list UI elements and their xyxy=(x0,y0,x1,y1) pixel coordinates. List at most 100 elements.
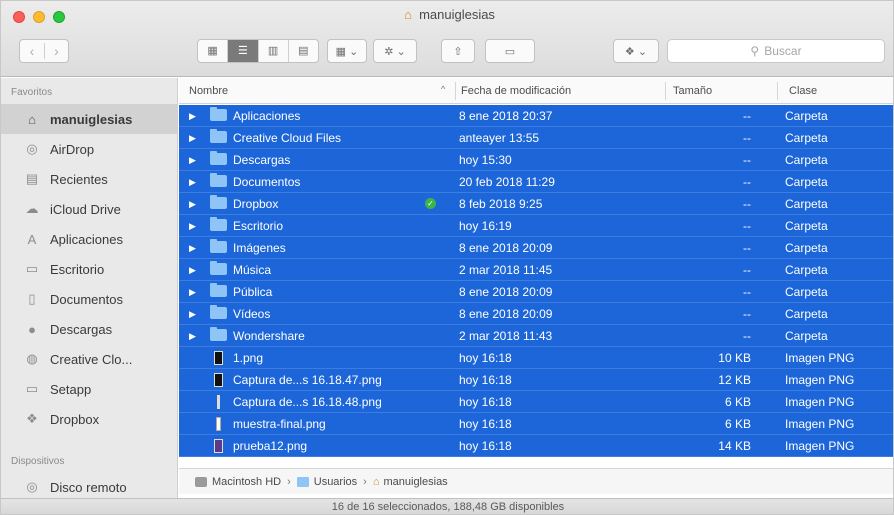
sidebar-item-label: Creative Clo... xyxy=(50,351,133,367)
file-row[interactable]: prueba12.png hoy 16:18 14 KB Imagen PNG xyxy=(179,435,893,457)
file-row[interactable]: Captura de...s 16.18.47.png hoy 16:18 12 K… xyxy=(179,369,893,391)
search-field[interactable]: ⚲ Buscar xyxy=(667,39,885,63)
cloud-icon: ☁ xyxy=(25,201,39,216)
disclosure-triangle-icon[interactable]: ▶ xyxy=(189,309,196,320)
desktop-icon: ▭ xyxy=(25,261,39,276)
creative-cloud-icon: ◍ xyxy=(26,351,38,366)
icon-view-button[interactable]: ▦ xyxy=(198,40,227,62)
applications-icon: A xyxy=(27,231,37,247)
file-name: Pública xyxy=(233,285,273,299)
action-button[interactable]: ✲ ⌄ xyxy=(373,39,417,63)
window-title: ⌂ manuiglesias xyxy=(1,7,893,22)
file-size: 10 KB xyxy=(718,351,751,365)
file-row[interactable]: ▶ Descargas hoy 15:30 -- Carpeta xyxy=(179,149,893,171)
file-size: -- xyxy=(743,241,751,255)
file-size: -- xyxy=(743,307,751,321)
file-name: Descargas xyxy=(233,153,291,167)
column-date-header[interactable]: Fecha de modificación xyxy=(461,85,571,97)
file-size: 14 KB xyxy=(718,439,751,453)
sidebar-item[interactable]: ▯ Documentos xyxy=(1,284,177,314)
sidebar-item[interactable]: ▤ Recientes xyxy=(1,164,177,194)
back-button[interactable]: ‹ xyxy=(20,43,44,59)
path-item-usuarios[interactable]: Usuarios xyxy=(314,476,357,488)
folder-icon xyxy=(210,107,228,122)
column-kind-header[interactable]: Clase xyxy=(789,85,817,97)
gallery-view-button[interactable]: ▤ xyxy=(287,40,318,62)
disclosure-triangle-icon[interactable]: ▶ xyxy=(189,155,196,166)
share-icon: ⇧ xyxy=(453,45,463,58)
disclosure-triangle-icon[interactable]: ▶ xyxy=(189,177,196,188)
disclosure-triangle-icon[interactable]: ▶ xyxy=(189,199,196,210)
sidebar-item[interactable]: ⌂ manuiglesias xyxy=(1,104,177,134)
forward-button[interactable]: › xyxy=(43,43,68,59)
gear-icon: ✲ ⌄ xyxy=(384,45,406,58)
file-kind: Carpeta xyxy=(785,109,828,123)
folder-icon xyxy=(210,129,228,144)
file-size: 12 KB xyxy=(718,373,751,387)
file-name: Vídeos xyxy=(233,307,271,321)
sidebar-item-label: Dropbox xyxy=(50,411,100,427)
list-view-button[interactable]: ☰ xyxy=(227,40,258,62)
arrange-button[interactable]: ▦ ⌄ xyxy=(327,39,367,63)
column-size-header[interactable]: Tamaño xyxy=(673,85,712,97)
tags-button[interactable]: ▭ xyxy=(485,39,535,63)
file-row[interactable]: ▶ Música 2 mar 2018 11:45 -- Carpeta xyxy=(179,259,893,281)
file-kind: Carpeta xyxy=(785,329,828,343)
file-date: hoy 16:18 xyxy=(459,373,512,387)
file-size: -- xyxy=(743,109,751,123)
sidebar-item[interactable]: ◎ AirDrop xyxy=(1,134,177,164)
file-row[interactable]: muestra-final.png hoy 16:18 6 KB Imagen PNG xyxy=(179,413,893,435)
share-button[interactable]: ⇧ xyxy=(441,39,475,63)
folder-icon xyxy=(210,195,228,210)
file-row[interactable]: ▶ Aplicaciones 8 ene 2018 20:37 -- Carpeta xyxy=(179,105,893,127)
file-date: hoy 16:18 xyxy=(459,439,512,453)
image-file-icon xyxy=(210,351,228,365)
file-row[interactable]: ▶ Imágenes 8 ene 2018 20:09 -- Carpeta xyxy=(179,237,893,259)
tag-icon: ▭ xyxy=(504,45,516,58)
disclosure-triangle-icon[interactable]: ▶ xyxy=(189,133,196,144)
sidebar-item-label: Escritorio xyxy=(50,261,105,277)
file-kind: Imagen PNG xyxy=(785,395,855,409)
file-row[interactable]: ▶ Vídeos 8 ene 2018 20:09 -- Carpeta xyxy=(179,303,893,325)
sidebar-item[interactable]: ▭ Setapp xyxy=(1,374,177,404)
sidebar-item[interactable]: A Aplicaciones xyxy=(1,224,177,254)
sidebar-item-label: Aplicaciones xyxy=(50,231,123,247)
disclosure-triangle-icon[interactable]: ▶ xyxy=(189,331,196,342)
disclosure-triangle-icon[interactable]: ▶ xyxy=(189,287,196,298)
sidebar-item[interactable]: ◍ Creative Clo... xyxy=(1,344,177,374)
file-size: -- xyxy=(743,219,751,233)
file-row[interactable]: ▶ Documentos 20 feb 2018 11:29 -- Carpeta xyxy=(179,171,893,193)
column-name-header[interactable]: Nombre xyxy=(189,85,228,97)
file-size: -- xyxy=(743,175,751,189)
file-size: 6 KB xyxy=(724,417,751,431)
sidebar-item[interactable]: ❖ Dropbox xyxy=(1,404,177,434)
file-row[interactable]: ▶ Dropbox ✓ 8 feb 2018 9:25 -- Carpeta xyxy=(179,193,893,215)
file-date: hoy 16:18 xyxy=(459,351,512,365)
path-item-macintosh-hd[interactable]: Macintosh HD xyxy=(212,476,281,488)
file-row[interactable]: ▶ Escritorio hoy 16:19 -- Carpeta xyxy=(179,215,893,237)
file-size: -- xyxy=(743,131,751,145)
file-kind: Carpeta xyxy=(785,153,828,167)
file-row[interactable]: ▶ Pública 8 ene 2018 20:09 -- Carpeta xyxy=(179,281,893,303)
disclosure-triangle-icon[interactable]: ▶ xyxy=(189,243,196,254)
folder-icon xyxy=(210,327,228,342)
file-row[interactable]: ▶ Creative Cloud Files anteayer 13:55 -- Car… xyxy=(179,127,893,149)
sidebar-item[interactable]: ▭ Escritorio xyxy=(1,254,177,284)
file-row[interactable]: Captura de...s 16.18.48.png hoy 16:18 6 KB… xyxy=(179,391,893,413)
disclosure-triangle-icon[interactable]: ▶ xyxy=(189,111,196,122)
sidebar-item[interactable]: ☁ iCloud Drive xyxy=(1,194,177,224)
column-view-button[interactable]: ▥ xyxy=(257,40,288,62)
disclosure-triangle-icon[interactable]: ▶ xyxy=(189,265,196,276)
dropbox-toolbar-button[interactable]: ❖ ⌄ xyxy=(613,39,659,63)
file-row[interactable]: ▶ Wondershare 2 mar 2018 11:43 -- Carpeta xyxy=(179,325,893,347)
sidebar-item[interactable]: ● Descargas xyxy=(1,314,177,344)
sidebar-item-label: AirDrop xyxy=(50,141,95,157)
path-item-manuiglesias[interactable]: manuiglesias xyxy=(383,476,447,488)
file-kind: Carpeta xyxy=(785,285,828,299)
file-name: Aplicaciones xyxy=(233,109,301,123)
home-icon: ⌂ xyxy=(404,7,412,22)
file-row[interactable]: 1.png hoy 16:18 10 KB Imagen PNG xyxy=(179,347,893,369)
disclosure-triangle-icon[interactable]: ▶ xyxy=(189,221,196,232)
title-bar: ⌂ manuiglesias ‹ › ▦ ☰ ▥ ▤ ▦ ⌄ ✲ ⌄ ⇧ ▭ ❖ … xyxy=(1,1,893,77)
back-forward-group: ‹ › xyxy=(19,39,69,63)
